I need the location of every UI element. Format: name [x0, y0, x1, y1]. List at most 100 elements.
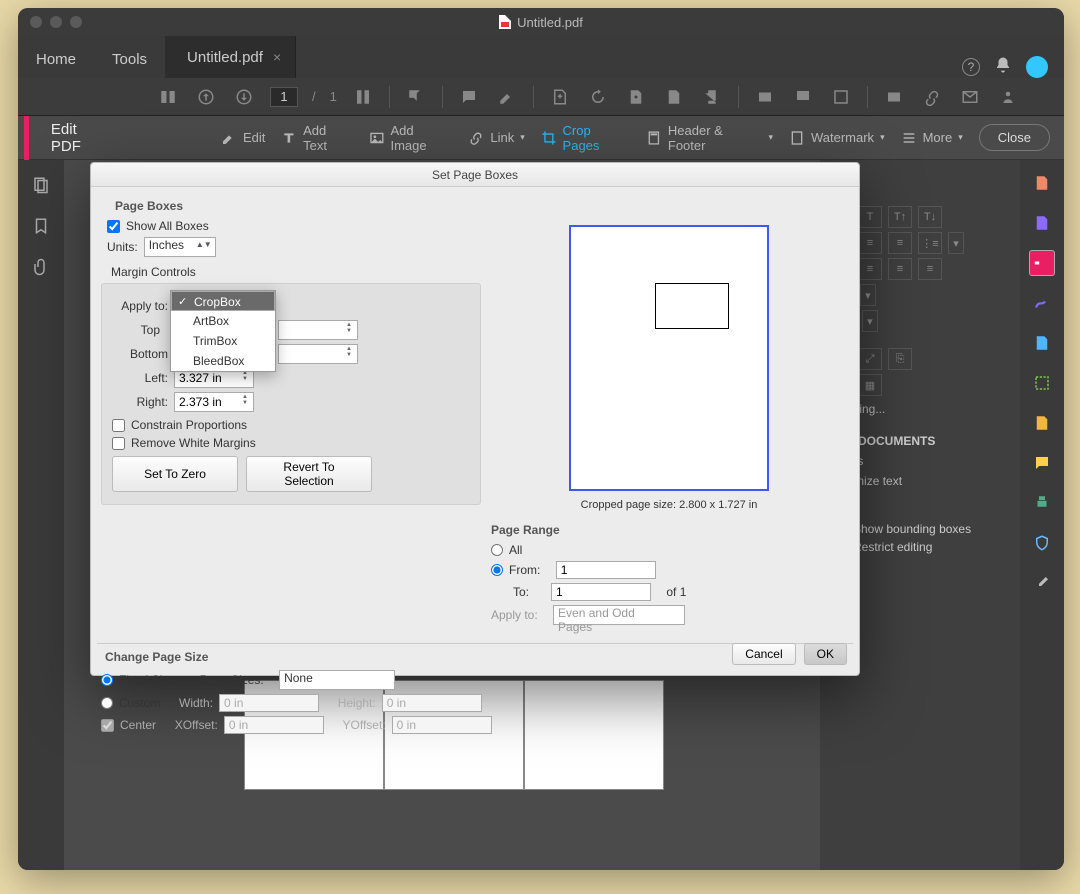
option-artbox[interactable]: ArtBox	[171, 311, 275, 331]
show-bb-label: Show bounding boxes	[853, 522, 971, 536]
export-icon[interactable]	[548, 85, 572, 109]
tab-home[interactable]: Home	[18, 41, 94, 78]
sign-icon[interactable]	[1029, 290, 1055, 316]
option-trimbox[interactable]: TrimBox	[171, 331, 275, 351]
tool-header-footer[interactable]: Header & Footer▾	[646, 123, 773, 153]
justify-center-icon[interactable]: ≡	[858, 258, 882, 280]
user-avatar[interactable]	[1026, 56, 1048, 78]
revert-button[interactable]: Revert To Selection	[246, 456, 372, 492]
page-current-input[interactable]	[270, 87, 298, 107]
xoffset-label: XOffset:	[175, 718, 218, 732]
page-sizes-select[interactable]: None	[279, 670, 395, 690]
pages-icon[interactable]	[351, 85, 375, 109]
left-sidebar	[18, 160, 64, 870]
fixed-sizes-radio[interactable]	[101, 674, 113, 686]
stepper-icon[interactable]: ▲▼	[346, 322, 356, 334]
protect-icon[interactable]	[1029, 530, 1055, 556]
arrow-up-circle-icon[interactable]	[194, 85, 218, 109]
copy-page-icon[interactable]	[700, 85, 724, 109]
superscript-icon[interactable]: T↑	[888, 206, 912, 228]
attachment-icon[interactable]	[32, 258, 50, 281]
tool-add-image[interactable]: Add Image	[369, 123, 453, 153]
tool-link[interactable]: Link▾	[468, 130, 524, 146]
stamp-icon[interactable]	[791, 85, 815, 109]
justify-full-icon[interactable]: ≡	[918, 258, 942, 280]
option-cropbox[interactable]: CropBox	[171, 291, 275, 311]
constrain-checkbox[interactable]	[112, 419, 125, 432]
italic-icon[interactable]: T	[858, 206, 882, 228]
traffic-min-icon[interactable]	[50, 16, 62, 28]
tool-crop-pages[interactable]: Crop Pages	[541, 123, 630, 153]
chevron-down-icon-3[interactable]: ▾	[862, 310, 878, 332]
highlight-icon[interactable]	[495, 85, 519, 109]
list-icon[interactable]: ⋮≡	[918, 232, 942, 254]
chevron-down-icon[interactable]: ▾	[948, 232, 964, 254]
sidebar-toggle-icon[interactable]	[156, 85, 180, 109]
custom-label: Custom	[119, 696, 160, 710]
rotate-icon[interactable]	[586, 85, 610, 109]
crop-flip-icon[interactable]: ⤢	[858, 348, 882, 370]
stepper-icon[interactable]: ▲▼	[242, 394, 252, 406]
print-icon[interactable]	[1029, 490, 1055, 516]
edit-pdf-icon[interactable]	[1029, 250, 1055, 276]
traffic-zoom-icon[interactable]	[70, 16, 82, 28]
close-button[interactable]: Close	[979, 124, 1050, 151]
tab-close-icon[interactable]: ×	[273, 49, 281, 65]
option-bleedbox[interactable]: BleedBox	[171, 351, 275, 371]
select-tool-icon[interactable]	[404, 85, 428, 109]
tool-add-text[interactable]: Add Text	[281, 123, 352, 153]
to-input[interactable]	[551, 583, 651, 601]
add-page-icon[interactable]	[624, 85, 648, 109]
comment-tool-icon[interactable]	[1029, 450, 1055, 476]
apply-to-dropdown: CropBox ArtBox TrimBox BleedBox	[170, 290, 276, 372]
compress-icon[interactable]	[1029, 410, 1055, 436]
thumbnails-icon[interactable]	[32, 176, 50, 199]
redact-icon[interactable]	[753, 85, 777, 109]
range-all-radio[interactable]	[491, 544, 503, 556]
cancel-button[interactable]: Cancel	[732, 643, 795, 665]
delete-page-icon[interactable]	[662, 85, 686, 109]
tools-icon[interactable]	[1029, 570, 1055, 596]
link-icon[interactable]	[920, 85, 944, 109]
share-icon[interactable]	[996, 85, 1020, 109]
stepper-icon[interactable]: ▲▼	[346, 346, 356, 358]
create-pdf-icon[interactable]	[1029, 170, 1055, 196]
export-pdf-icon[interactable]	[1029, 210, 1055, 236]
chevron-down-icon-2[interactable]: ▾	[860, 284, 876, 306]
tab-document[interactable]: Untitled.pdf ×	[165, 36, 296, 78]
mail-icon[interactable]	[958, 85, 982, 109]
align-right-icon[interactable]: ≡	[888, 232, 912, 254]
remove-white-checkbox[interactable]	[112, 437, 125, 450]
organize-icon[interactable]	[1029, 370, 1055, 396]
crop-align-icon[interactable]: ⎘	[888, 348, 912, 370]
range-from-radio[interactable]	[491, 564, 503, 576]
arrange2-icon[interactable]: ▦	[858, 374, 882, 396]
set-to-zero-button[interactable]: Set To Zero	[112, 456, 238, 492]
tool-more[interactable]: More▾	[901, 130, 963, 146]
units-select[interactable]: Inches ▲▼	[144, 237, 216, 257]
of-label: of 1	[666, 585, 686, 599]
apply-to-pages-select[interactable]: Even and Odd Pages	[553, 605, 685, 625]
ok-button[interactable]: OK	[804, 643, 847, 665]
width-label: Width:	[179, 696, 213, 710]
traffic-close-icon[interactable]	[30, 16, 42, 28]
attach-icon[interactable]	[882, 85, 906, 109]
subscript-icon[interactable]: T↓	[918, 206, 942, 228]
tab-tools[interactable]: Tools	[94, 41, 165, 78]
arrow-down-circle-icon[interactable]	[232, 85, 256, 109]
align-center-icon[interactable]: ≡	[858, 232, 882, 254]
custom-radio[interactable]	[101, 697, 113, 709]
show-all-boxes-checkbox[interactable]	[107, 220, 120, 233]
help-icon[interactable]: ?	[962, 58, 980, 76]
bell-icon[interactable]	[994, 56, 1012, 78]
comment-icon[interactable]	[457, 85, 481, 109]
set-page-boxes-dialog: Set Page Boxes Page Boxes Show All Boxes…	[90, 162, 860, 676]
bookmark-icon[interactable]	[32, 217, 50, 240]
justify-right-icon[interactable]: ≡	[888, 258, 912, 280]
from-input[interactable]	[556, 561, 656, 579]
tool-edit[interactable]: Edit	[221, 130, 265, 146]
combine-icon[interactable]	[1029, 330, 1055, 356]
measure-icon[interactable]	[829, 85, 853, 109]
tool-watermark[interactable]: Watermark▾	[789, 130, 885, 146]
fixed-sizes-label: Fixed Sizes	[119, 673, 181, 687]
